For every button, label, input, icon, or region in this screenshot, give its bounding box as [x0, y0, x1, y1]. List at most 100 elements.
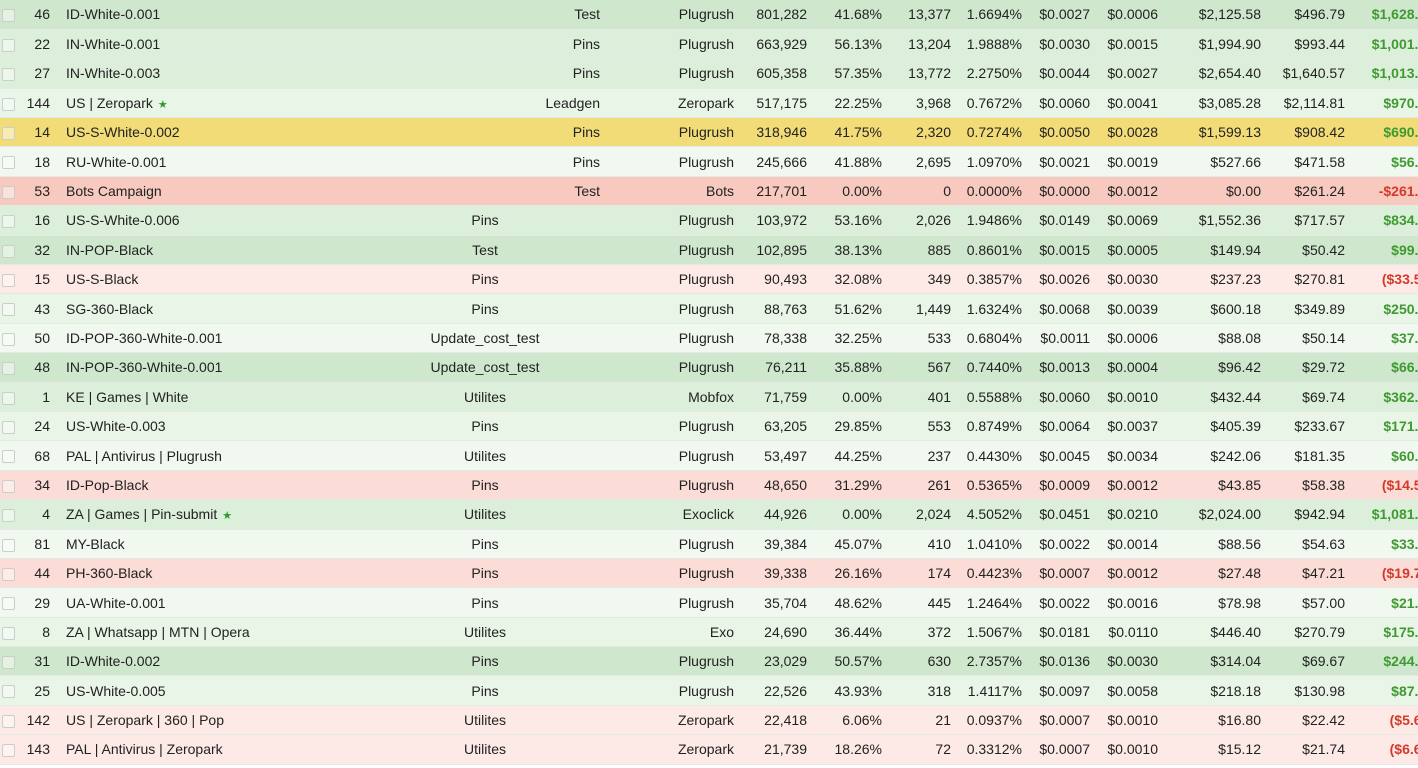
campaign-name[interactable]: IN-White-0.001	[66, 36, 160, 52]
traffic-source: Plugrush	[678, 271, 734, 288]
clicks-value: 349	[927, 271, 951, 288]
campaign-name[interactable]: US-S-White-0.006	[66, 212, 180, 228]
campaign-name[interactable]: RU-White-0.001	[66, 154, 166, 170]
campaign-name[interactable]: ID-White-0.001	[66, 6, 160, 22]
row-checkbox[interactable]	[2, 274, 15, 287]
campaign-name[interactable]: IN-POP-Black	[66, 242, 153, 258]
table-row[interactable]: 43 SG-360-Black Pins Plugrush 88,763 51.62% 1,…	[0, 293, 1418, 324]
table-row[interactable]: 8 ZA | Whatsapp | MTN | Opera Utilites Exo 2…	[0, 617, 1418, 648]
profit-value: $33.93	[1391, 535, 1418, 552]
star-icon[interactable]: ★	[158, 99, 168, 111]
cpc-value-cell: $0.0181	[1028, 617, 1096, 648]
table-row[interactable]: 46 ID-White-0.001 Test Plugrush 801,282 41.68…	[0, 0, 1418, 30]
campaign-name[interactable]: US-S-White-0.002	[66, 124, 180, 140]
row-checkbox[interactable]	[2, 244, 15, 258]
table-row[interactable]: 22 IN-White-0.001 Pins Plugrush 663,929 56.13…	[0, 29, 1418, 60]
campaign-name[interactable]: IN-White-0.003	[66, 65, 160, 81]
row-checkbox[interactable]	[2, 538, 15, 552]
cpc-value-cell: $0.0027	[1028, 0, 1096, 30]
impressions-value: 22,418	[764, 712, 807, 729]
row-checkbox[interactable]	[2, 156, 15, 170]
revenue-value-cell: $96.42	[1164, 352, 1267, 383]
campaign-name[interactable]: ZA | Games | Pin-submit	[66, 506, 217, 522]
table-row[interactable]: 16 US-S-White-0.006 Pins Plugrush 103,972 53.…	[0, 205, 1418, 236]
table-row[interactable]: 1 KE | Games | White Utilites Mobfox 71,759 0…	[0, 382, 1418, 412]
percent-value: 22.25%	[834, 94, 882, 111]
clicks-value: 533	[927, 329, 951, 346]
campaign-name[interactable]: US-S-Black	[66, 271, 138, 287]
cpc-value: $0.0007	[1039, 565, 1090, 582]
row-checkbox[interactable]	[2, 744, 15, 758]
campaign-name[interactable]: US-White-0.005	[66, 683, 166, 699]
revenue-value-cell: $3,085.28	[1164, 88, 1267, 119]
campaign-name[interactable]: SG-360-Black	[66, 301, 153, 317]
table-row[interactable]: 50 ID-POP-360-White-0.001 Update_cost_test…	[0, 323, 1418, 354]
ctr-value: 1.0410%	[966, 535, 1022, 552]
row-checkbox[interactable]	[2, 9, 15, 23]
row-checkbox[interactable]	[2, 626, 15, 640]
campaign-name[interactable]: PH-360-Black	[66, 565, 152, 581]
table-row[interactable]: 53 Bots Campaign Test Bots 217,701 0.00% 0 0.00…	[0, 176, 1418, 207]
table-row[interactable]: 31 ID-White-0.002 Pins Plugrush 23,029 50.57%…	[0, 646, 1418, 677]
campaign-name[interactable]: PAL | Antivirus | Plugrush	[66, 448, 222, 464]
table-row[interactable]: 15 US-S-Black Pins Plugrush 90,493 32.08% 349 0…	[0, 264, 1418, 295]
table-row[interactable]: 25 US-White-0.005 Pins Plugrush 22,526 43.93%…	[0, 675, 1418, 706]
profit-value-cell: $1,628.79	[1351, 0, 1418, 30]
row-checkbox[interactable]	[2, 597, 15, 611]
row-checkbox[interactable]	[2, 185, 15, 199]
table-row[interactable]: 18 RU-White-0.001 Pins Plugrush 245,666 41.88…	[0, 146, 1418, 177]
row-checkbox[interactable]	[2, 567, 15, 581]
table-row[interactable]: 34 ID-Pop-Black Pins Plugrush 48,650 31.29% 26…	[0, 470, 1418, 501]
row-checkbox[interactable]	[2, 656, 15, 670]
campaign-name[interactable]: IN-POP-360-White-0.001	[66, 359, 222, 375]
campaign-name[interactable]: KE | Games | White	[66, 389, 188, 405]
row-checkbox[interactable]	[2, 479, 15, 493]
row-select-cell	[0, 29, 18, 60]
campaign-id: 15	[34, 271, 50, 288]
row-checkbox[interactable]	[2, 215, 15, 229]
table-row[interactable]: 68 PAL | Antivirus | Plugrush Utilites Plug…	[0, 440, 1418, 471]
campaign-name[interactable]: PAL | Antivirus | Zeropark	[66, 741, 223, 757]
row-checkbox[interactable]	[2, 509, 15, 523]
campaign-name[interactable]: UA-White-0.001	[66, 595, 166, 611]
table-row[interactable]: 143 PAL | Antivirus | Zeropark Utilites Zer…	[0, 734, 1418, 765]
row-checkbox[interactable]	[2, 127, 15, 141]
table-row[interactable]: 14 US-S-White-0.002 Pins Plugrush 318,946 41.…	[0, 117, 1418, 148]
table-row[interactable]: 32 IN-POP-Black Test Plugrush 102,895 38.13% 8…	[0, 235, 1418, 266]
table-row[interactable]: 44 PH-360-Black Pins Plugrush 39,338 26.16% 17…	[0, 558, 1418, 589]
row-checkbox[interactable]	[2, 38, 15, 52]
revenue-value: $218.18	[1210, 682, 1261, 699]
row-checkbox[interactable]	[2, 362, 15, 376]
table-row[interactable]: 29 UA-White-0.001 Pins Plugrush 35,704 48.62%…	[0, 587, 1418, 618]
profit-value-cell: $21.98	[1351, 587, 1418, 618]
row-checkbox[interactable]	[2, 303, 15, 317]
campaign-name[interactable]: US-White-0.003	[66, 418, 166, 434]
table-row[interactable]: 4 ZA | Games | Pin-submit ★ Utilites Exoclic…	[0, 499, 1418, 530]
star-icon[interactable]: ★	[222, 510, 232, 522]
row-checkbox[interactable]	[2, 420, 15, 434]
campaign-name[interactable]: ZA | Whatsapp | MTN | Opera	[66, 624, 250, 640]
revenue-value-cell: $88.56	[1164, 529, 1267, 559]
campaign-name[interactable]: MY-Black	[66, 536, 125, 552]
table-row[interactable]: 27 IN-White-0.003 Pins Plugrush 605,358 57.35…	[0, 58, 1418, 89]
row-checkbox[interactable]	[2, 714, 15, 728]
table-row[interactable]: 48 IN-POP-360-White-0.001 Update_cost_test…	[0, 352, 1418, 383]
campaign-group-cell: Pins	[356, 205, 614, 236]
campaign-name[interactable]: ID-Pop-Black	[66, 477, 148, 493]
row-checkbox[interactable]	[2, 68, 15, 82]
row-checkbox[interactable]	[2, 450, 15, 464]
table-row[interactable]: 142 US | Zeropark | 360 | Pop Utilites Zero…	[0, 705, 1418, 736]
row-checkbox[interactable]	[2, 97, 15, 111]
table-row[interactable]: 81 MY-Black Pins Plugrush 39,384 45.07% 410 1.0…	[0, 529, 1418, 559]
row-checkbox[interactable]	[2, 332, 15, 346]
campaign-name[interactable]: Bots Campaign	[66, 183, 162, 199]
cpm-value-cell: $0.0004	[1096, 352, 1164, 383]
campaign-name[interactable]: ID-POP-360-White-0.001	[66, 330, 222, 346]
table-row[interactable]: 24 US-White-0.003 Pins Plugrush 63,205 29.85%…	[0, 411, 1418, 442]
table-row[interactable]: 144 US | Zeropark ★ Leadgen Zeropark 517,175 2…	[0, 88, 1418, 119]
campaign-name[interactable]: US | Zeropark	[66, 95, 153, 111]
campaign-name[interactable]: US | Zeropark | 360 | Pop	[66, 712, 224, 728]
row-checkbox[interactable]	[2, 685, 15, 699]
campaign-name[interactable]: ID-White-0.002	[66, 653, 160, 669]
row-checkbox[interactable]	[2, 391, 15, 405]
